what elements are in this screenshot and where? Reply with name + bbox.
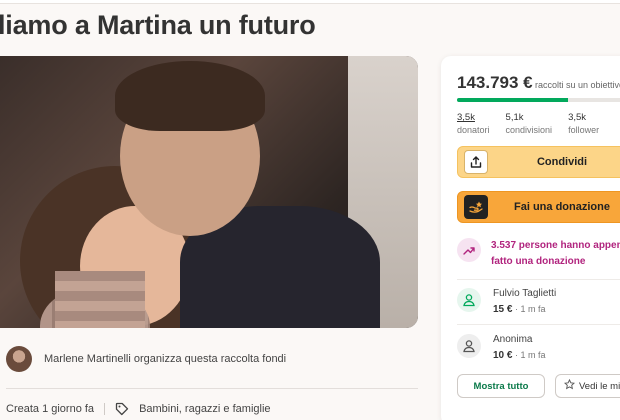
recent-donors-text: 3.537 persone hanno appena fatto una don… [491, 240, 620, 267]
stat-label: condivisioni [505, 125, 553, 135]
created-date: Creata 1 giorno fa [6, 403, 95, 415]
donor-amount: 10 € [493, 350, 513, 361]
category-link[interactable]: Bambini, ragazzi e famiglie [139, 403, 270, 415]
donate-icon [464, 195, 488, 219]
divider [6, 388, 418, 389]
stat-value: 3,5k [568, 112, 587, 123]
amount-subtext: raccolti su un obiettivo [535, 80, 620, 90]
page-title: liamo a Martina un futuro [0, 10, 316, 40]
show-all-button[interactable]: Mostra tutto [457, 374, 545, 398]
trending-up-icon [457, 238, 481, 262]
donor-item: Anonima 10 € · 1 m fa [457, 334, 545, 361]
avatar[interactable] [6, 346, 32, 372]
donation-card: 143.793 € raccolti su un obiettivo 3,5k … [441, 56, 620, 420]
divider [104, 403, 106, 415]
donor-time: 1 m fa [520, 304, 546, 314]
donor-time: 1 m fa [520, 350, 546, 360]
share-button-label: Condividi [536, 156, 588, 168]
donor-meta: 10 € · 1 m fa [493, 350, 546, 361]
donate-button-label: Fai una donazione [514, 201, 610, 213]
photo-figure [115, 61, 265, 131]
stat-donors[interactable]: 3,5k donatori [457, 112, 490, 135]
donor-name: Fulvio Taglietti [493, 288, 557, 299]
tag-icon [115, 402, 129, 416]
donor-meta: 15 € · 1 m fa [493, 304, 546, 315]
divider [457, 324, 620, 325]
organizer-text: Marlene Martinelli organizza questa racc… [44, 353, 287, 365]
share-upload-icon [464, 150, 488, 174]
recent-donors-note: 3.537 persone hanno appena fatto una don… [457, 238, 620, 270]
user-heart-icon [457, 288, 481, 312]
blurred-face [55, 271, 145, 328]
donor-item: Fulvio Taglietti 15 € · 1 m fa [457, 288, 556, 315]
amount-raised: 143.793 € [457, 73, 533, 92]
stat-value: 5,1k [505, 112, 524, 123]
donor-name: Anonima [493, 334, 533, 345]
top-donations-label: Vedi le migliori [579, 380, 620, 392]
divider [457, 279, 620, 280]
stat-followers: 3,5k follower [568, 112, 599, 135]
stats-row: 3,5k donatori 5,1k condivisioni 3,5k fol… [457, 112, 599, 135]
share-button[interactable]: Condividi [457, 146, 620, 178]
campaign-meta: Creata 1 giorno fa Bambini, ragazzi e fa… [6, 402, 271, 416]
stat-shares: 5,1k condivisioni [506, 112, 553, 135]
top-donations-button[interactable]: Vedi le migliori [555, 374, 620, 398]
stat-label: follower [568, 125, 600, 135]
progress-fill [457, 98, 569, 102]
progress-bar [457, 98, 620, 102]
user-heart-icon [457, 334, 481, 358]
star-icon [563, 378, 576, 393]
donor-details: Fulvio Taglietti 15 € · 1 m fa [493, 288, 556, 315]
stat-value: 3,5k [457, 112, 475, 123]
campaign-photo[interactable] [0, 56, 418, 328]
top-bar [0, 0, 620, 4]
donate-button[interactable]: Fai una donazione [457, 191, 620, 223]
donor-amount: 15 € [493, 304, 513, 315]
donor-details: Anonima 10 € · 1 m fa [493, 334, 545, 361]
stat-label: donatori [457, 125, 490, 135]
organizer-row: Marlene Martinelli organizza questa racc… [6, 345, 286, 373]
